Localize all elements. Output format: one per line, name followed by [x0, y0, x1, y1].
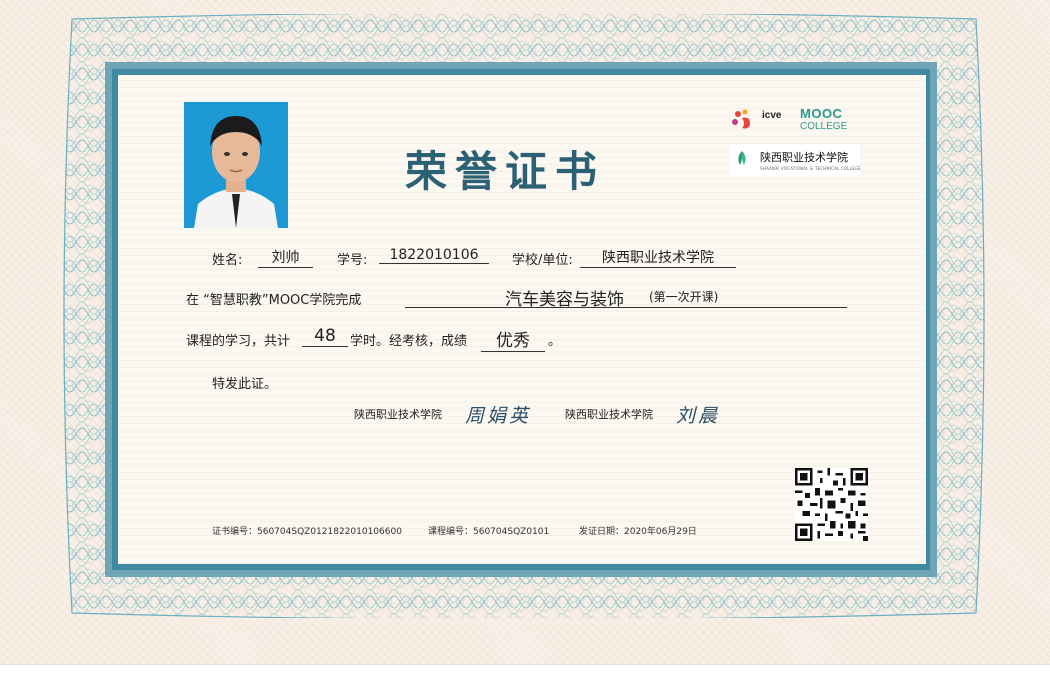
grade-value: 优秀: [481, 326, 545, 352]
certificate-title: 荣誉证书: [404, 147, 605, 196]
issue-date: 发证日期：2020年06月29日: [579, 527, 697, 537]
signature-school-2: 陕西职业技术学院: [565, 408, 653, 421]
course-name: 汽车美容与装饰: [505, 290, 624, 310]
name-value: 刘帅: [258, 247, 313, 268]
signature-name-1: 周娟英: [465, 405, 532, 427]
logo-group: icve MOOC COLLEGE 陕西职业技术学院 SHAANXI VOCAT…: [730, 106, 861, 176]
signature-name-2: 刘晨: [676, 405, 721, 427]
student-id-value: 1822010106: [379, 247, 489, 264]
college-logo-text: COLLEGE: [800, 121, 848, 132]
school-logo-text: 陕西职业技术学院: [760, 151, 848, 164]
school-logo: 陕西职业技术学院 SHAANXI VOCATIONAL & TECHNICAL …: [730, 144, 861, 176]
student-id-label: 学号:: [337, 253, 368, 268]
course-name-field: 汽车美容与装饰 (第一次开课): [405, 285, 847, 310]
icve-logo-text: icve: [762, 110, 782, 121]
closing-text: 特发此证。: [212, 377, 278, 392]
mooc-logo-text: MOOC: [800, 106, 843, 121]
signature-school-1: 陕西职业技术学院: [354, 408, 442, 421]
name-label: 姓名:: [212, 253, 243, 268]
portrait-photo: [184, 102, 288, 228]
school-logo-subtext: SHAANXI VOCATIONAL & TECHNICAL COLLEGE: [760, 166, 861, 171]
course-intro-text: 在 “智慧职教”MOOC学院完成: [186, 293, 362, 308]
sentence-end: 。: [548, 334, 562, 349]
course-number: 课程编号：560704SQZ0101: [428, 527, 550, 537]
qr-code-icon: [795, 468, 868, 541]
icve-icon: [732, 109, 750, 129]
icve-mooc-logo: icve MOOC COLLEGE: [730, 106, 860, 134]
grade-intro-text: 学时。经考核，成绩: [350, 334, 468, 349]
school-emblem-icon: [738, 151, 746, 165]
hours-intro-text: 课程的学习，共计: [186, 334, 291, 349]
school-value: 陕西职业技术学院: [580, 247, 736, 268]
certificate-number: 证书编号：560704SQZ0121822010106600: [212, 527, 402, 537]
hours-value: 48: [302, 326, 348, 347]
bottom-strip: [0, 664, 1050, 678]
school-label: 学校/单位:: [512, 253, 573, 268]
course-run-note: (第一次开课): [649, 290, 719, 304]
